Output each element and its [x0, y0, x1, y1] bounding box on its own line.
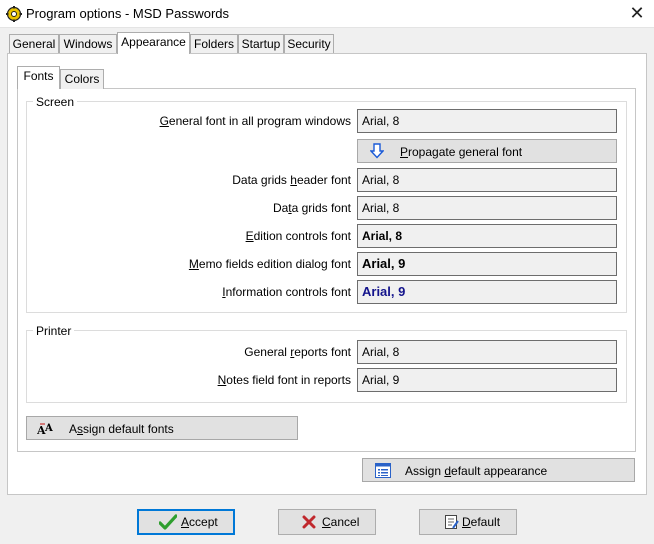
default-button[interactable]: Default [419, 509, 517, 535]
subtab-colors-label: Colors [64, 72, 100, 86]
memo-fields-font-label: Memo fields edition dialog font [188, 257, 351, 271]
propagate-general-font-button[interactable]: Propagate general font [357, 139, 617, 163]
information-controls-font-label: Information controls font [222, 285, 351, 299]
assign-default-fonts-button[interactable]: A A Assign default fonts [26, 416, 298, 440]
tab-folders-label: Folders [193, 37, 234, 51]
accept-button[interactable]: Accept [137, 509, 235, 535]
tab-windows[interactable]: Windows [59, 34, 117, 54]
window-title: Program options - MSD Passwords [26, 6, 230, 21]
app-gear-icon [6, 6, 22, 22]
data-grids-header-font-field[interactable]: Arial, 8 [357, 168, 617, 192]
data-grids-font-field[interactable]: Arial, 8 [357, 196, 617, 220]
general-font-label: General font in all program windows [159, 114, 351, 128]
font-aa-icon: A A [36, 421, 55, 438]
accept-label: Accept [181, 515, 218, 529]
list-window-icon [375, 463, 391, 481]
checkmark-icon [158, 514, 178, 533]
subtab-fonts[interactable]: Fonts [17, 66, 60, 89]
information-controls-font-field[interactable]: Arial, 9 [357, 280, 617, 304]
printer-group-label: Printer [33, 324, 75, 338]
general-reports-font-label: General reports font [244, 345, 351, 359]
subtab-fonts-label: Fonts [23, 69, 54, 83]
general-reports-font-field[interactable]: Arial, 8 [357, 340, 617, 364]
assign-default-fonts-text: Assign default fonts [69, 422, 174, 436]
tab-security[interactable]: Security [284, 34, 334, 54]
edition-controls-font-field[interactable]: Arial, 8 [357, 224, 617, 248]
default-label: Default [462, 515, 501, 529]
data-grids-header-font-label: Data grids header font [232, 173, 351, 187]
tab-appearance-label: Appearance [121, 35, 186, 49]
notes-field-font-label: Notes field font in reports [217, 373, 351, 387]
tab-windows-label: Windows [63, 37, 113, 51]
assign-default-appearance-text: Assign default appearance [405, 464, 548, 478]
assign-default-appearance-button[interactable]: Assign default appearance [362, 458, 635, 482]
screen-group-label: Screen [33, 95, 78, 109]
tab-appearance[interactable]: Appearance [117, 32, 190, 54]
red-x-icon [302, 515, 316, 532]
tab-general-label: General [12, 37, 56, 51]
data-grids-font-label: Data grids font [272, 201, 351, 215]
notes-field-font-field[interactable]: Arial, 9 [357, 368, 617, 392]
document-edit-icon [445, 515, 459, 533]
cancel-button[interactable]: Cancel [278, 509, 376, 535]
subtab-colors[interactable]: Colors [60, 69, 104, 89]
arrow-down-icon [369, 143, 385, 162]
svg-text:A: A [44, 423, 53, 434]
cancel-label: Cancel [322, 515, 360, 529]
memo-fields-font-field[interactable]: Arial, 9 [357, 252, 617, 276]
tab-startup-label: Startup [241, 37, 281, 51]
tab-general[interactable]: General [9, 34, 59, 54]
tab-startup[interactable]: Startup [238, 34, 284, 54]
edition-controls-font-label: Edition controls font [245, 229, 351, 243]
general-font-field[interactable]: Arial, 8 [357, 109, 617, 133]
propagate-general-font-text: Propagate general font [400, 145, 523, 159]
close-icon[interactable]: ✕ [622, 2, 652, 24]
tab-folders[interactable]: Folders [190, 34, 238, 54]
tab-security-label: Security [287, 37, 331, 51]
